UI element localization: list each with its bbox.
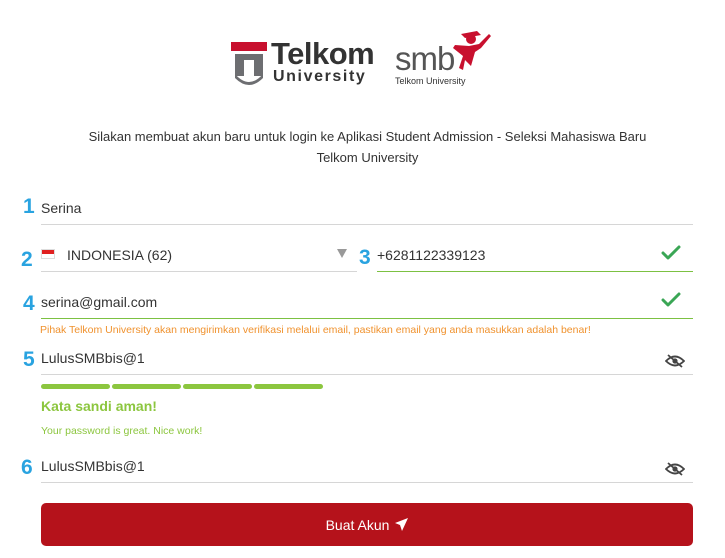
email-value: serina@gmail.com bbox=[41, 294, 158, 310]
smb-logo: smb Telkom University bbox=[393, 30, 503, 90]
step-marker-5: 5 bbox=[23, 348, 35, 371]
telkom-wordmark: Telkom bbox=[271, 36, 375, 71]
email-hint: Pihak Telkom University akan mengirimkan… bbox=[40, 324, 591, 336]
country-value: INDONESIA (62) bbox=[67, 247, 173, 263]
name-field[interactable]: Serina bbox=[41, 190, 693, 225]
strength-segment bbox=[112, 384, 181, 389]
strength-message: Your password is great. Nice work! bbox=[41, 425, 203, 437]
check-icon bbox=[661, 245, 681, 260]
country-code-select[interactable]: INDONESIA (62) bbox=[41, 237, 357, 272]
email-input[interactable]: serina@gmail.com bbox=[41, 284, 693, 319]
eye-slash-icon[interactable] bbox=[665, 462, 685, 476]
confirm-password-input[interactable]: LulusSMBbis@1 bbox=[41, 448, 693, 483]
university-wordmark: University bbox=[273, 68, 367, 85]
create-account-label: Buat Akun bbox=[325, 516, 390, 533]
phone-input[interactable]: +6281122339123 bbox=[377, 237, 693, 272]
strength-segment bbox=[254, 384, 323, 389]
send-icon bbox=[395, 518, 409, 531]
graduate-figure-icon bbox=[453, 31, 491, 70]
step-marker-4: 4 bbox=[23, 292, 35, 315]
telkom-university-logo: Telkom University bbox=[231, 36, 376, 88]
telkom-logo-icon bbox=[231, 42, 267, 85]
intro-line-2: Telkom University bbox=[316, 150, 419, 165]
intro-text: Silakan membuat akun baru untuk login ke… bbox=[40, 126, 695, 168]
confirm-password-value: LulusSMBbis@1 bbox=[41, 458, 145, 474]
name-value: Serina bbox=[41, 200, 82, 216]
password-value: LulusSMBbis@1 bbox=[41, 350, 145, 366]
step-marker-2: 2 bbox=[21, 248, 33, 271]
strength-segment bbox=[183, 384, 252, 389]
intro-line-1: Silakan membuat akun baru untuk login ke… bbox=[88, 129, 647, 144]
logo-bar: Telkom University smb Telkom University bbox=[0, 28, 725, 98]
step-marker-6: 6 bbox=[21, 456, 33, 479]
smb-subtitle: Telkom University bbox=[395, 76, 466, 86]
eye-slash-icon[interactable] bbox=[665, 354, 685, 368]
password-input[interactable]: LulusSMBbis@1 bbox=[41, 340, 693, 375]
register-page: Telkom University smb Telkom University … bbox=[0, 0, 725, 558]
phone-value: +6281122339123 bbox=[377, 247, 486, 263]
step-marker-1: 1 bbox=[23, 195, 35, 218]
dropdown-arrow-icon bbox=[337, 249, 347, 258]
strength-segment bbox=[41, 384, 110, 389]
check-icon bbox=[661, 292, 681, 307]
step-marker-3: 3 bbox=[359, 246, 371, 269]
indonesia-flag-icon bbox=[41, 249, 55, 259]
strength-label: Kata sandi aman! bbox=[41, 398, 157, 414]
create-account-button[interactable]: Buat Akun bbox=[41, 503, 693, 546]
